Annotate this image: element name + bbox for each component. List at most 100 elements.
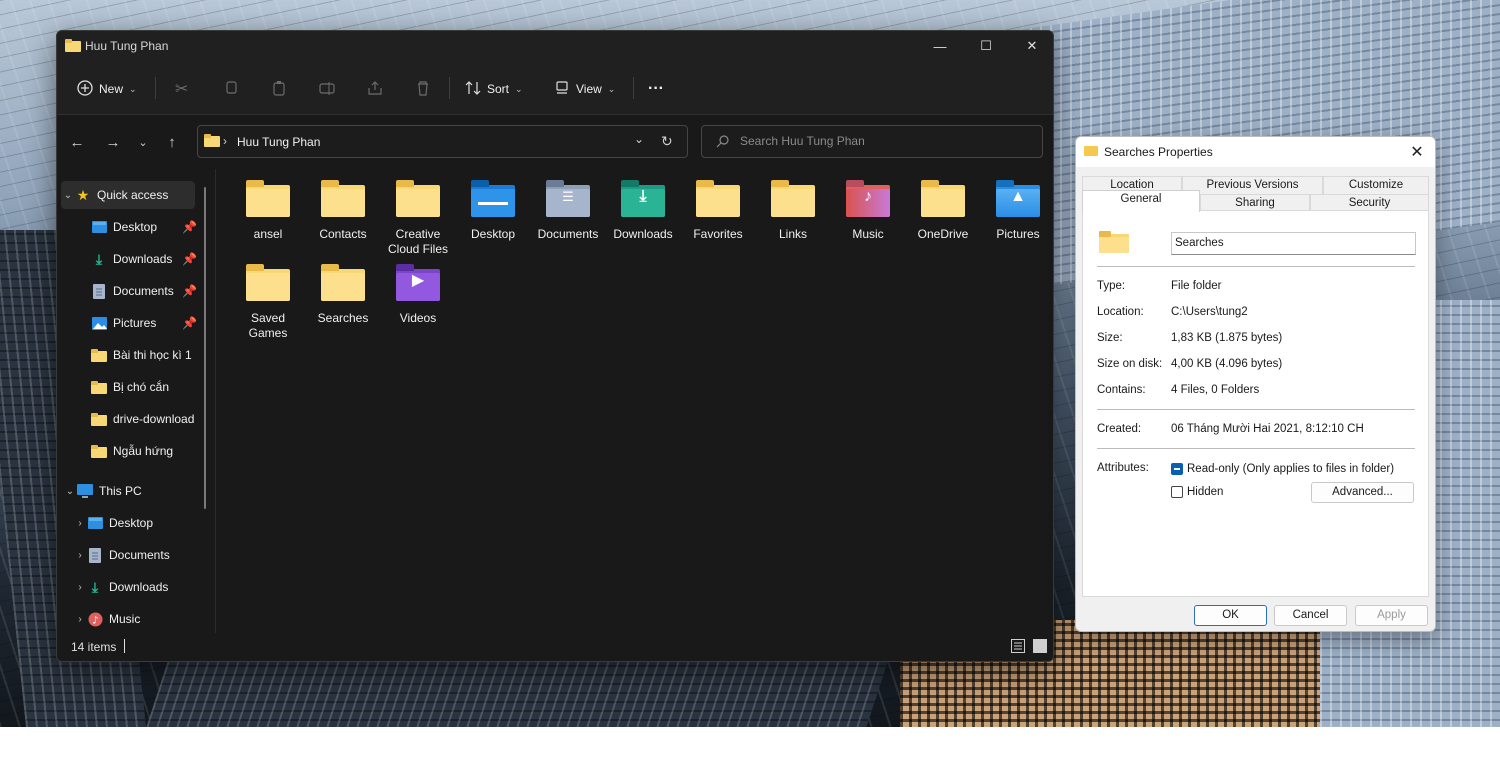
folder-item[interactable]: Creative Cloud Files [382, 169, 454, 257]
expand-arrow-icon[interactable]: › [73, 614, 87, 625]
recent-locations-chevron-icon[interactable]: ⌄ [133, 132, 153, 152]
hidden-checkbox[interactable] [1171, 486, 1183, 498]
apply-button[interactable]: Apply [1355, 605, 1428, 626]
expand-arrow-icon[interactable]: › [73, 550, 87, 561]
sidebar-item-folder[interactable]: Ngẫu hứng [91, 437, 195, 465]
back-arrow-icon[interactable]: ← [67, 132, 87, 152]
chevron-down-icon[interactable]: ⌄ [634, 132, 644, 146]
rename-icon [319, 80, 335, 99]
folder-name-field[interactable]: Searches [1171, 232, 1416, 255]
cut-button[interactable]: ✂ [175, 75, 188, 103]
folder-item[interactable]: ▶ Videos [382, 253, 454, 326]
readonly-checkbox[interactable] [1171, 463, 1183, 475]
search-box[interactable] [701, 125, 1043, 158]
sidebar-item-quick-access[interactable]: ⌄ ★ Quick access [61, 181, 195, 209]
sidebar-item-desktop[interactable]: › Desktop [73, 509, 225, 537]
breadcrumb-path[interactable]: Huu Tung Phan [237, 135, 320, 149]
sidebar-item-label: Documents [109, 548, 170, 562]
sidebar-item-folder[interactable]: Bài thi học kì 1 [91, 341, 195, 369]
advanced-button[interactable]: Advanced... [1311, 482, 1414, 503]
star-icon: ★ [76, 186, 90, 203]
new-button[interactable]: New ⌄ [77, 75, 137, 103]
sidebar-item-documents[interactable]: › Documents [73, 541, 225, 569]
sort-button[interactable]: Sort ⌄ [465, 75, 523, 103]
details-view-icon[interactable] [1011, 639, 1025, 653]
sidebar-item-desktop[interactable]: Desktop [91, 213, 195, 241]
title-bar[interactable]: Huu Tung Phan — ☐ ✕ [57, 31, 1053, 61]
general-tab-panel: Searches Type: File folder Location: C:\… [1082, 210, 1429, 597]
paste-button[interactable] [271, 75, 287, 103]
sidebar-item-label: Pictures [113, 316, 157, 330]
breadcrumb-chevron-icon[interactable]: › [223, 134, 227, 148]
folder-item[interactable]: ansel [232, 169, 304, 242]
expand-arrow-icon[interactable]: › [73, 518, 87, 529]
folder-item[interactable]: Links [757, 169, 829, 242]
up-arrow-icon[interactable]: ↑ [162, 132, 182, 152]
dialog-title-bar[interactable]: Searches Properties ✕ [1076, 137, 1435, 167]
sidebar-item-folder[interactable]: drive-download [91, 405, 197, 433]
sidebar-item-label: Music [109, 612, 141, 626]
search-icon [716, 135, 729, 151]
folder-item[interactable]: ☰ Documents [532, 169, 604, 242]
rename-button[interactable] [319, 75, 335, 103]
pin-icon: 📌 [182, 252, 197, 266]
sidebar-item-pictures[interactable]: Pictures [91, 309, 195, 337]
type-value: File folder [1171, 280, 1222, 292]
toolbar-separator [155, 77, 156, 99]
expand-arrow-icon[interactable]: › [73, 582, 87, 593]
svg-text:♪: ♪ [92, 615, 98, 626]
item-name: Saved Games [248, 311, 288, 340]
item-name: Favorites [693, 227, 743, 241]
expand-arrow-icon[interactable]: ⌄ [61, 190, 75, 201]
computer-icon [77, 483, 93, 499]
copy-button[interactable] [223, 75, 239, 103]
sidebar-item-downloads[interactable]: › ⤓ Downloads [73, 573, 225, 601]
sidebar-item-label: Quick access [97, 188, 169, 202]
sidebar-item-music[interactable]: › ♪ Music [73, 605, 225, 633]
sidebar-item-downloads[interactable]: ⤓ Downloads [91, 245, 195, 273]
tab-previous-versions[interactable]: Previous Versions [1182, 176, 1323, 194]
plus-circle-icon [77, 79, 93, 99]
folder-item[interactable]: Saved Games [232, 253, 304, 341]
pane-divider[interactable] [215, 169, 216, 641]
refresh-icon[interactable]: ↻ [661, 133, 673, 150]
search-input[interactable] [740, 134, 1030, 148]
forward-arrow-icon[interactable]: → [103, 132, 123, 152]
folder-item[interactable]: Favorites [682, 169, 754, 242]
view-button[interactable]: View ⌄ [554, 75, 615, 103]
minimize-button[interactable]: — [917, 31, 963, 61]
sidebar-scrollbar[interactable] [204, 187, 206, 509]
address-bar[interactable]: › Huu Tung Phan ⌄ ↻ [197, 125, 688, 158]
sidebar-item-this-pc[interactable]: ⌄ This PC [63, 477, 215, 505]
folder-icon [921, 180, 965, 217]
close-icon[interactable]: ✕ [1405, 141, 1429, 163]
folder-item[interactable]: Searches [307, 253, 379, 326]
sidebar-item-documents[interactable]: Documents [91, 277, 195, 305]
folder-item[interactable]: ⤓ Downloads [607, 169, 679, 242]
properties-dialog: Searches Properties ✕ Location Previous … [1075, 136, 1436, 632]
pin-icon: 📌 [182, 284, 197, 298]
more-options-button[interactable]: ··· [648, 75, 664, 103]
ok-button[interactable]: OK [1194, 605, 1267, 626]
maximize-button[interactable]: ☐ [963, 31, 1009, 61]
folder-item[interactable]: ▬▬▬ Desktop [457, 169, 529, 242]
folder-item[interactable]: Contacts [307, 169, 379, 242]
close-button[interactable]: ✕ [1009, 31, 1053, 61]
delete-button[interactable] [415, 75, 431, 103]
folder-item[interactable]: OneDrive [907, 169, 979, 242]
share-button[interactable] [367, 75, 383, 103]
readonly-label: Read-only (Only applies to files in fold… [1187, 463, 1395, 475]
cancel-button[interactable]: Cancel [1274, 605, 1347, 626]
sidebar-item-folder[interactable]: Bị chó cắn [91, 373, 195, 401]
folder-item[interactable]: ♪ Music [832, 169, 904, 242]
location-label: Location: [1097, 306, 1144, 318]
documents-icon [91, 283, 107, 299]
large-icons-view-icon[interactable] [1033, 639, 1047, 653]
created-value: 06 Tháng Mười Hai 2021, 8:12:10 CH [1171, 423, 1364, 435]
tab-customize[interactable]: Customize [1323, 176, 1429, 194]
expand-arrow-icon[interactable]: ⌄ [63, 486, 77, 497]
item-count: 14 items [71, 640, 117, 654]
tab-general[interactable]: General [1082, 190, 1200, 212]
folder-item[interactable]: ▲ Pictures [982, 169, 1053, 242]
command-bar: New ⌄ ✂ Sort ⌄ View ⌄ ··· [57, 61, 1053, 115]
